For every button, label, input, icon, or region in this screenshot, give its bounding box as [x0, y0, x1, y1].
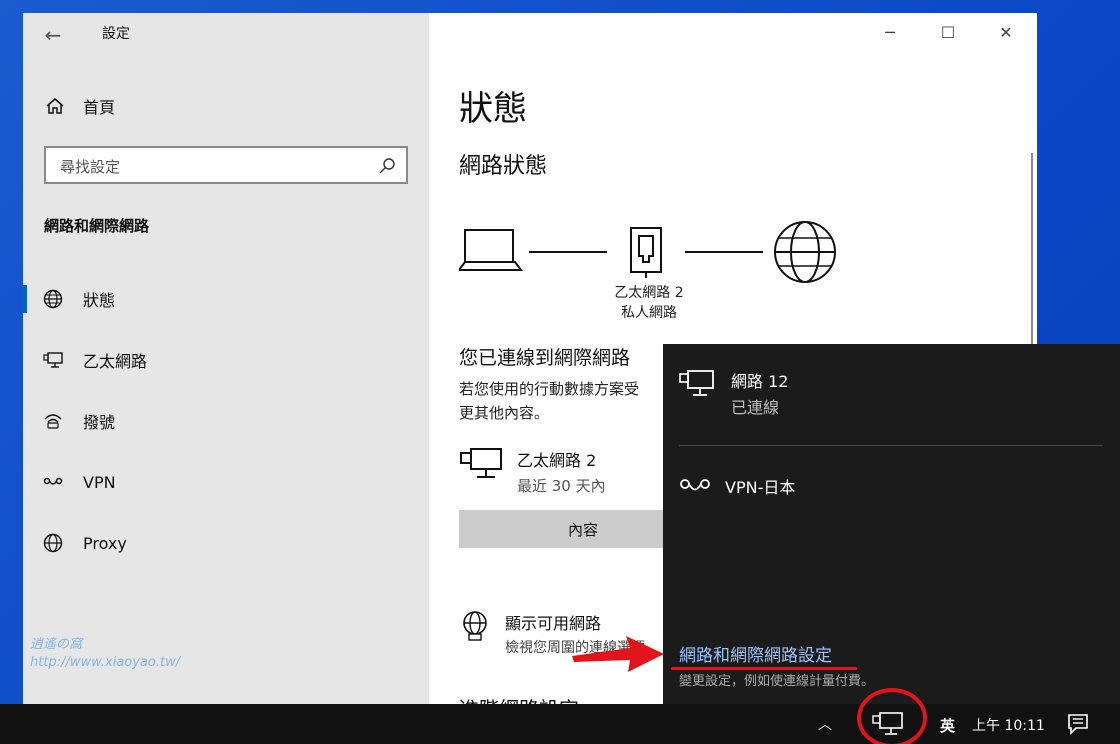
network-type: 私人網路 [621, 305, 677, 321]
network-status: 已連線 [731, 398, 780, 417]
scrollbar[interactable] [1031, 153, 1033, 353]
dialup-icon [44, 414, 62, 429]
connected-title: 您已連線到網際網路 [459, 347, 631, 369]
ethernet-icon [460, 448, 502, 478]
ethernet-name: 乙太網路 2 [517, 451, 597, 470]
home-label: 首頁 [83, 98, 116, 117]
annotation-arrow-icon [572, 636, 664, 672]
description-line: 更其他內容。 [459, 404, 550, 422]
taskbar: ︿ 英 上午 10:11 [0, 704, 1120, 744]
network-settings-description: 變更設定，例如使連線計量付費。 [679, 674, 875, 689]
ethernet-usage: 最近 30 天內 [517, 477, 606, 495]
vpn-icon [43, 477, 63, 485]
vpn-item[interactable]: VPN-日本 [679, 474, 795, 498]
show-hidden-icons-button[interactable]: ︿ [818, 714, 832, 734]
minimize-button[interactable]: ─ [875, 21, 905, 45]
sidebar-item-label: 乙太網路 [83, 352, 148, 371]
sidebar-item-ethernet[interactable]: 乙太網路 [23, 340, 429, 380]
sidebar: ← 設定 首頁 尋找設定 網路和網際網路 狀態 乙太網路 撥號 VPN Prox… [23, 13, 429, 704]
search-icon[interactable] [378, 157, 396, 175]
search-input[interactable]: 尋找設定 [44, 146, 408, 184]
section-heading: 網路狀態 [459, 154, 548, 179]
search-placeholder: 尋找設定 [60, 158, 121, 176]
ethernet-icon [679, 370, 714, 396]
connected-description: 若您使用的行動數據方案受 更其他內容。 [459, 377, 639, 425]
sidebar-item-label: Proxy [83, 533, 127, 553]
ethernet-icon [43, 352, 63, 368]
notification-icon[interactable] [1067, 713, 1089, 735]
section-title: 網路和網際網路 [44, 217, 150, 235]
ethernet-status: 乙太網路 2 最近 30 天內 [459, 445, 606, 496]
close-button[interactable]: ✕ [991, 21, 1021, 45]
sidebar-item-vpn[interactable]: VPN [23, 462, 429, 502]
description-line: 若您使用的行動數據方案受 [459, 380, 640, 398]
sidebar-item-proxy[interactable]: Proxy [23, 523, 429, 563]
home-icon [46, 98, 64, 114]
ethernet-port-icon [630, 227, 662, 278]
globe-icon [43, 533, 63, 553]
globe-icon [43, 289, 63, 309]
sidebar-item-home[interactable]: 首頁 [45, 92, 115, 120]
window-title: 設定 [102, 26, 130, 42]
advanced-heading: 進階網路設定 [459, 693, 579, 704]
internet-globe-icon [774, 221, 836, 283]
maximize-button[interactable]: ☐ [933, 21, 963, 45]
globe-network-icon [463, 611, 487, 641]
sidebar-item-label: VPN [83, 472, 116, 492]
divider [679, 445, 1103, 446]
vpn-label: VPN-日本 [725, 478, 796, 497]
sidebar-item-dialup[interactable]: 撥號 [23, 401, 429, 441]
page-title: 狀態 [459, 89, 527, 129]
network-item[interactable]: 網路 12 已連線 [679, 368, 788, 418]
watermark-title: 逍遙の窩 [30, 637, 83, 652]
network-name: 網路 12 [731, 372, 789, 391]
laptop-icon [459, 229, 523, 271]
sidebar-item-status[interactable]: 狀態 [23, 279, 429, 319]
network-settings-link[interactable]: 網路和網際網路設定 [679, 641, 832, 666]
vpn-icon [680, 479, 710, 491]
annotation-circle [857, 688, 927, 744]
network-flyout: 網路 12 已連線 VPN-日本 網路和網際網路設定 變更設定，例如使連線計量付… [663, 344, 1120, 704]
ime-indicator[interactable]: 英 [940, 715, 955, 736]
adapter-name: 乙太網路 2 [614, 285, 684, 301]
diagram-label: 乙太網路 2 私人網路 [599, 283, 699, 323]
sidebar-item-label: 撥號 [83, 413, 116, 432]
watermark-url: http://www.xiaoyao.tw/ [30, 655, 181, 670]
clock[interactable]: 上午 10:11 [972, 715, 1045, 735]
sidebar-item-label: 狀態 [83, 291, 116, 310]
watermark: 逍遙の窩 http://www.xiaoyao.tw/ [30, 636, 180, 672]
back-button[interactable]: ← [39, 21, 67, 49]
